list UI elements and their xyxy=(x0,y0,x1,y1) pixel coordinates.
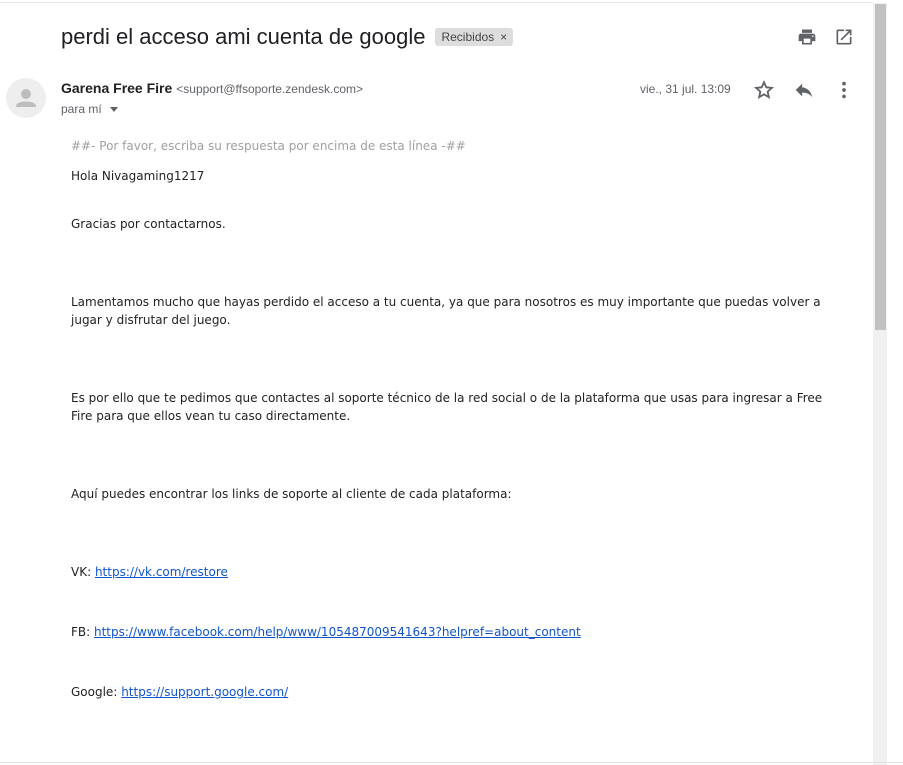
scrollbar-thumb[interactable] xyxy=(875,4,886,330)
top-divider xyxy=(0,2,873,3)
chevron-down-icon[interactable] xyxy=(109,106,118,112)
recipient-label: para mí xyxy=(61,102,102,116)
sender-email: <support@ffsoporte.zendesk.com> xyxy=(176,82,364,96)
label-chip-text: Recibidos xyxy=(441,30,495,44)
link-row-google: Google: https://support.google.com/ xyxy=(71,683,831,701)
paragraph-2: Es por ello que te pedimos que contactes… xyxy=(71,391,823,423)
remove-label-button[interactable]: × xyxy=(500,30,507,44)
greeting: Hola Nivagaming1217 xyxy=(71,169,205,183)
link-label: FB: xyxy=(71,625,94,639)
facebook-support-link[interactable]: https://www.facebook.com/help/www/105487… xyxy=(94,625,581,639)
sender-line: Garena Free Fire <support@ffsoporte.zend… xyxy=(61,80,363,96)
bottom-divider xyxy=(0,762,903,763)
link-row-fb: FB: https://www.facebook.com/help/www/10… xyxy=(71,623,831,641)
open-in-new-window-icon[interactable] xyxy=(834,27,854,47)
default-avatar-icon xyxy=(16,89,36,107)
email-date: vie., 31 jul. 13:09 xyxy=(640,82,731,96)
reply-icon[interactable] xyxy=(793,79,815,101)
link-row-vk: VK: https://vk.com/restore xyxy=(71,563,831,581)
more-vert-icon[interactable] xyxy=(833,79,855,101)
sender-avatar[interactable] xyxy=(6,78,46,118)
google-support-link[interactable]: https://support.google.com/ xyxy=(121,685,288,699)
paragraph-1: Lamentamos mucho que hayas perdido el ac… xyxy=(71,295,821,327)
links-intro: Aquí puedes encontrar los links de sopor… xyxy=(71,487,512,501)
star-icon[interactable] xyxy=(753,79,775,101)
print-icon[interactable] xyxy=(797,27,817,47)
vk-support-link[interactable]: https://vk.com/restore xyxy=(95,565,228,579)
reply-separator: ##- Por favor, escriba su respuesta por … xyxy=(71,139,466,153)
subject-row: perdi el acceso ami cuenta de google Rec… xyxy=(61,22,514,52)
link-label: VK: xyxy=(71,565,95,579)
email-subject: perdi el acceso ami cuenta de google xyxy=(61,24,426,49)
thanks-line: Gracias por contactarnos. xyxy=(71,217,226,231)
link-label: Google: xyxy=(71,685,122,699)
sender-name[interactable]: Garena Free Fire xyxy=(61,80,172,96)
recipient-details[interactable]: para mí xyxy=(61,102,118,116)
label-chip-inbox[interactable]: Recibidos × xyxy=(435,28,514,46)
